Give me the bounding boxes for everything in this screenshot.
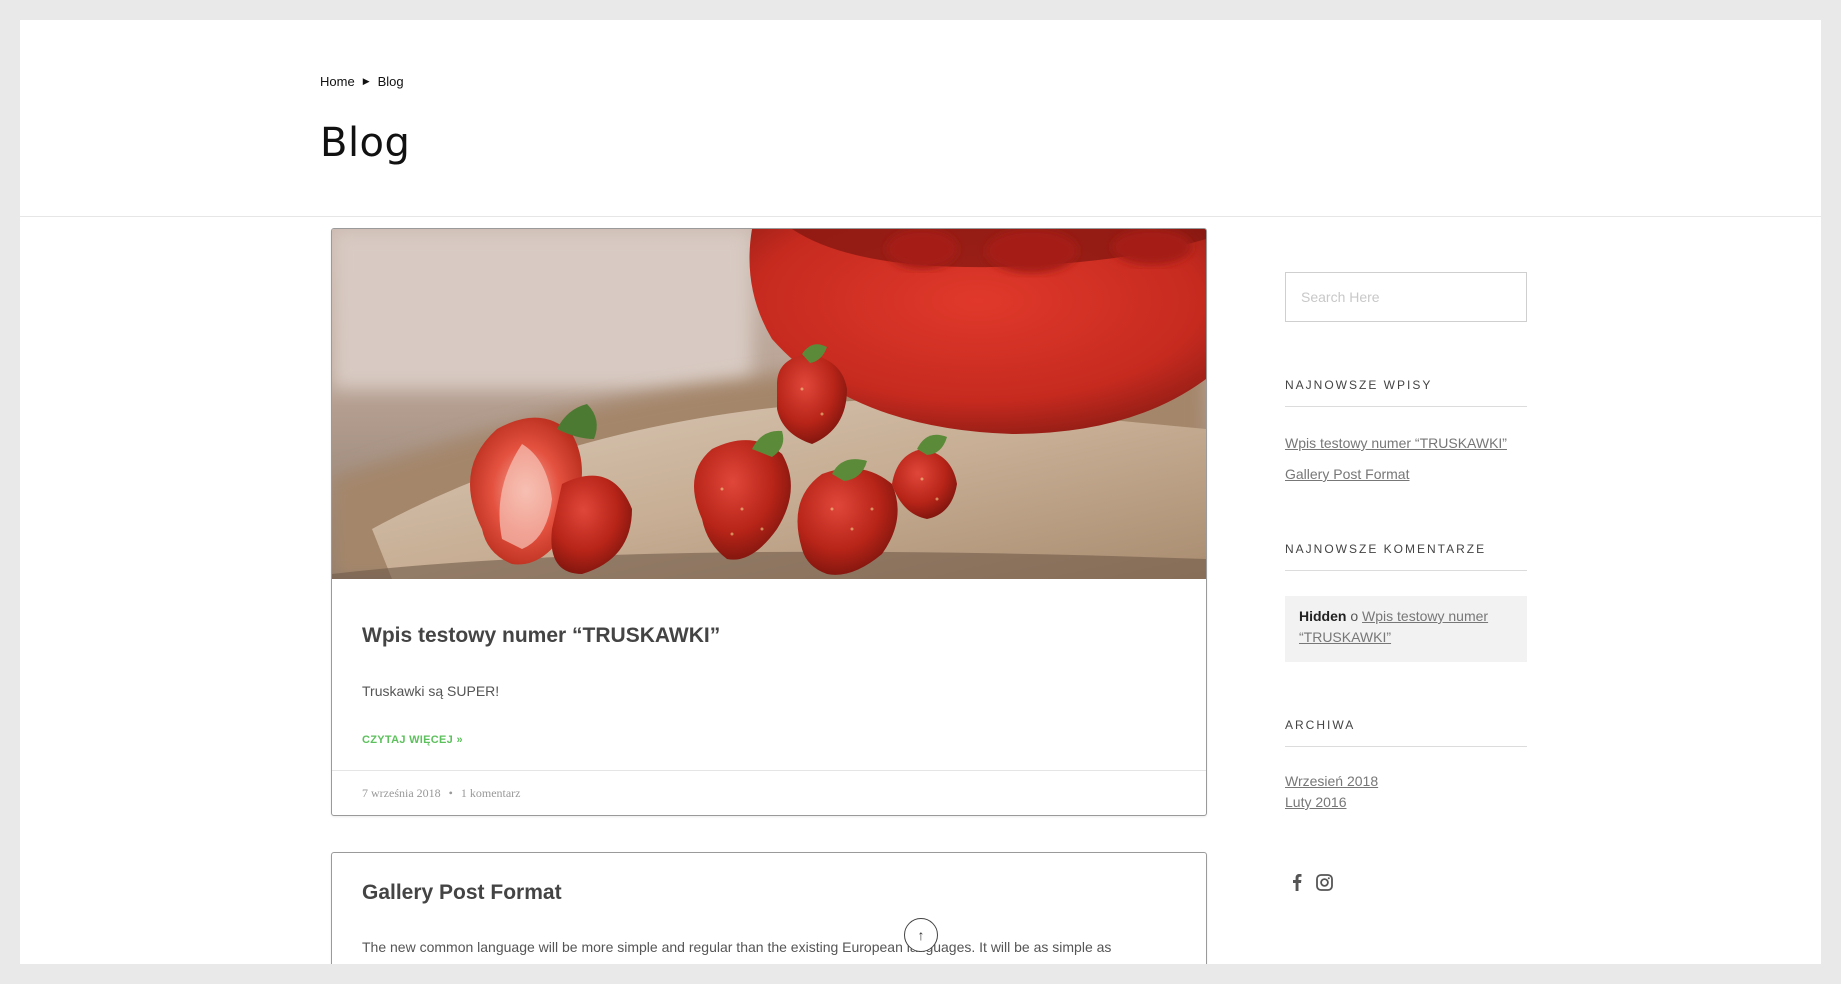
- page-header: Home ▶ Blog Blog: [20, 20, 1821, 217]
- meta-separator: •: [448, 786, 453, 800]
- post-card: Wpis testowy numer “TRUSKAWKI” Truskawki…: [331, 228, 1207, 816]
- archive-link[interactable]: Luty 2016: [1285, 794, 1347, 810]
- recent-comment-item: Hidden o Wpis testowy numer “TRUSKAWKI”: [1285, 596, 1527, 662]
- recent-post-link[interactable]: Gallery Post Format: [1285, 466, 1409, 482]
- breadcrumb-separator-icon: ▶: [362, 76, 370, 86]
- recent-comments-title: NAJNOWSZE KOMENTARZE: [1285, 542, 1527, 571]
- post-title-link[interactable]: Wpis testowy numer “TRUSKAWKI”: [362, 624, 720, 648]
- breadcrumb-home-link[interactable]: Home: [320, 74, 355, 89]
- breadcrumb: Home ▶ Blog: [320, 74, 404, 89]
- post-excerpt: Truskawki są SUPER!: [362, 683, 500, 699]
- post-footer: 7 września 2018 • 1 komentarz: [332, 770, 1206, 815]
- comment-connector: o: [1350, 608, 1359, 624]
- page-title: Blog: [320, 120, 411, 166]
- recent-post-link[interactable]: Wpis testowy numer “TRUSKAWKI”: [1285, 435, 1507, 451]
- scroll-to-top-button[interactable]: ↑: [904, 918, 938, 952]
- arrow-up-icon: ↑: [917, 927, 925, 943]
- breadcrumb-current: Blog: [377, 74, 404, 89]
- facebook-icon[interactable]: [1292, 873, 1302, 891]
- post-excerpt: The new common language will be more sim…: [362, 939, 1112, 964]
- post-featured-image[interactable]: [332, 229, 1206, 579]
- post-title-link[interactable]: Gallery Post Format: [362, 881, 562, 905]
- post-meta: 7 września 2018 • 1 komentarz: [362, 786, 521, 801]
- recent-posts-title: NAJNOWSZE WPISY: [1285, 378, 1527, 407]
- read-more-link[interactable]: CZYTAJ WIĘCEJ »: [362, 734, 463, 746]
- page-frame: Home ▶ Blog Blog Wpis testowy numer “TRU…: [20, 20, 1821, 964]
- social-links: [1292, 873, 1333, 891]
- instagram-icon[interactable]: [1316, 873, 1333, 891]
- archives-title: ARCHIWA: [1285, 718, 1527, 747]
- search-input[interactable]: [1285, 272, 1527, 322]
- post-date-link[interactable]: 7 września 2018: [362, 786, 441, 801]
- comment-author: Hidden: [1299, 608, 1347, 624]
- post-comments-link[interactable]: 1 komentarz: [461, 786, 521, 801]
- archive-link[interactable]: Wrzesień 2018: [1285, 773, 1378, 789]
- post-card: Gallery Post Format The new common langu…: [331, 852, 1207, 964]
